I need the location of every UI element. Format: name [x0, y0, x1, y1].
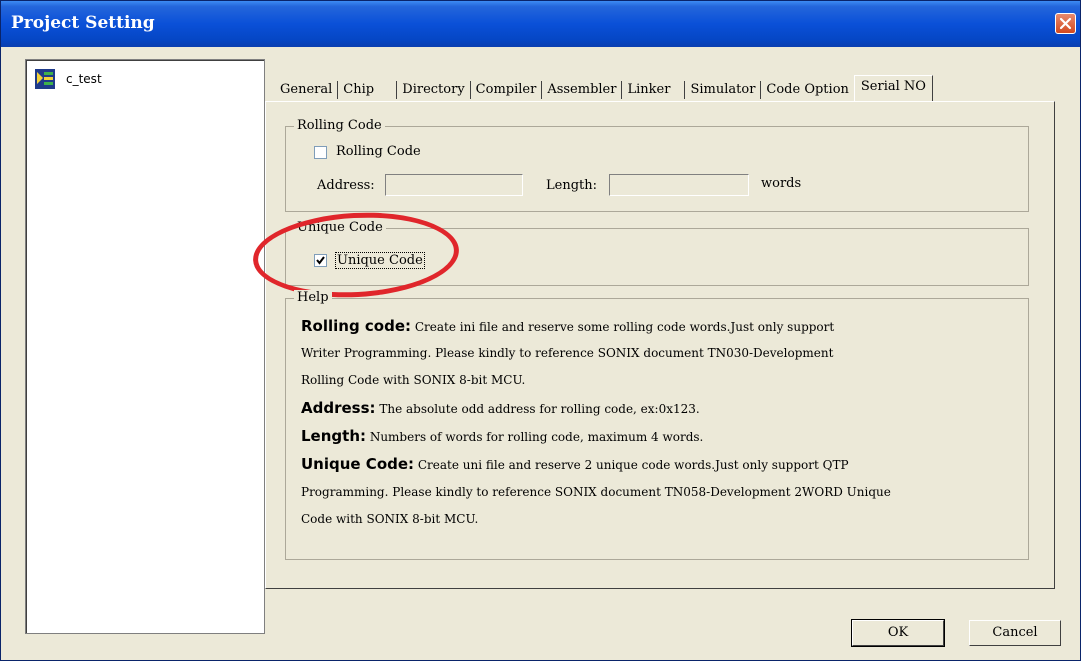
tab-directory[interactable]: Directory [399, 79, 467, 101]
tab-compiler[interactable]: Compiler [473, 79, 540, 101]
tab-separator [760, 81, 762, 99]
tab-chip[interactable]: Chip [340, 79, 394, 101]
tab-simulator[interactable]: Simulator [687, 79, 758, 101]
help-line: Writer Programming. Please kindly to ref… [301, 346, 833, 360]
rolling-code-group: Rolling Code [285, 118, 1029, 212]
tree-item-label: c_test [66, 72, 102, 86]
help-key: Length: [301, 427, 366, 445]
help-key: Rolling code: [301, 317, 412, 335]
help-line: Programming. Please kindly to reference … [301, 485, 891, 499]
title-bar[interactable]: Project Setting [1, 1, 1080, 47]
tab-strip: General Chip Directory Compiler Assemble… [277, 75, 933, 102]
window-title: Project Setting [11, 13, 155, 33]
words-unit-label: words [761, 176, 802, 191]
length-label: Length: [546, 178, 597, 193]
help-text: Code with SONIX 8-bit MCU. [301, 512, 479, 526]
tab-separator [684, 81, 686, 99]
tab-separator [541, 81, 543, 99]
rolling-code-checkbox-label[interactable]: Rolling Code [336, 144, 421, 159]
help-line: Length: Numbers of words for rolling cod… [301, 427, 703, 445]
tab-general[interactable]: General [277, 79, 335, 101]
project-tree[interactable]: c_test [25, 59, 265, 634]
help-group-label: Help [294, 290, 332, 305]
tab-serial-no[interactable]: Serial NO [853, 75, 933, 102]
tree-item-c-test[interactable]: c_test [34, 68, 102, 90]
help-line: Code with SONIX 8-bit MCU. [301, 512, 478, 526]
help-line: Unique Code: Create uni file and reserve… [301, 455, 849, 473]
help-key: Address: [301, 399, 376, 417]
help-key: Unique Code: [301, 455, 415, 473]
address-label: Address: [317, 178, 375, 193]
help-text: Create ini file and reserve some rolling… [414, 320, 835, 334]
ok-button[interactable]: OK [851, 619, 945, 647]
help-line: Address: The absolute odd address for ro… [301, 399, 700, 417]
tab-separator [396, 81, 398, 99]
help-text: Programming. Please kindly to reference … [301, 485, 891, 499]
tab-assembler[interactable]: Assembler [544, 79, 619, 101]
tab-separator [621, 81, 623, 99]
rolling-code-checkbox[interactable] [314, 146, 327, 159]
help-text: Numbers of words for rolling code, maxim… [369, 430, 704, 444]
tab-separator [337, 81, 339, 99]
help-line: Rolling Code with SONIX 8-bit MCU. [301, 373, 525, 387]
help-text: The absolute odd address for rolling cod… [379, 402, 700, 416]
project-icon [34, 68, 56, 90]
project-setting-dialog: Project Setting c_test General Chip Dire… [0, 0, 1081, 661]
address-input[interactable] [385, 174, 523, 196]
close-icon [1059, 17, 1072, 30]
cancel-button[interactable]: Cancel [969, 620, 1061, 646]
tab-code-option[interactable]: Code Option [763, 79, 851, 101]
tab-separator [469, 81, 471, 99]
help-text: Create uni file and reserve 2 unique cod… [417, 458, 849, 472]
length-input[interactable] [609, 174, 749, 196]
tab-linker[interactable]: Linker [624, 79, 682, 101]
help-text: Rolling Code with SONIX 8-bit MCU. [301, 373, 526, 387]
close-button[interactable] [1055, 13, 1076, 34]
help-text: Writer Programming. Please kindly to ref… [301, 346, 834, 360]
help-line: Rolling code: Create ini file and reserv… [301, 317, 834, 335]
rolling-code-group-label: Rolling Code [294, 118, 385, 133]
